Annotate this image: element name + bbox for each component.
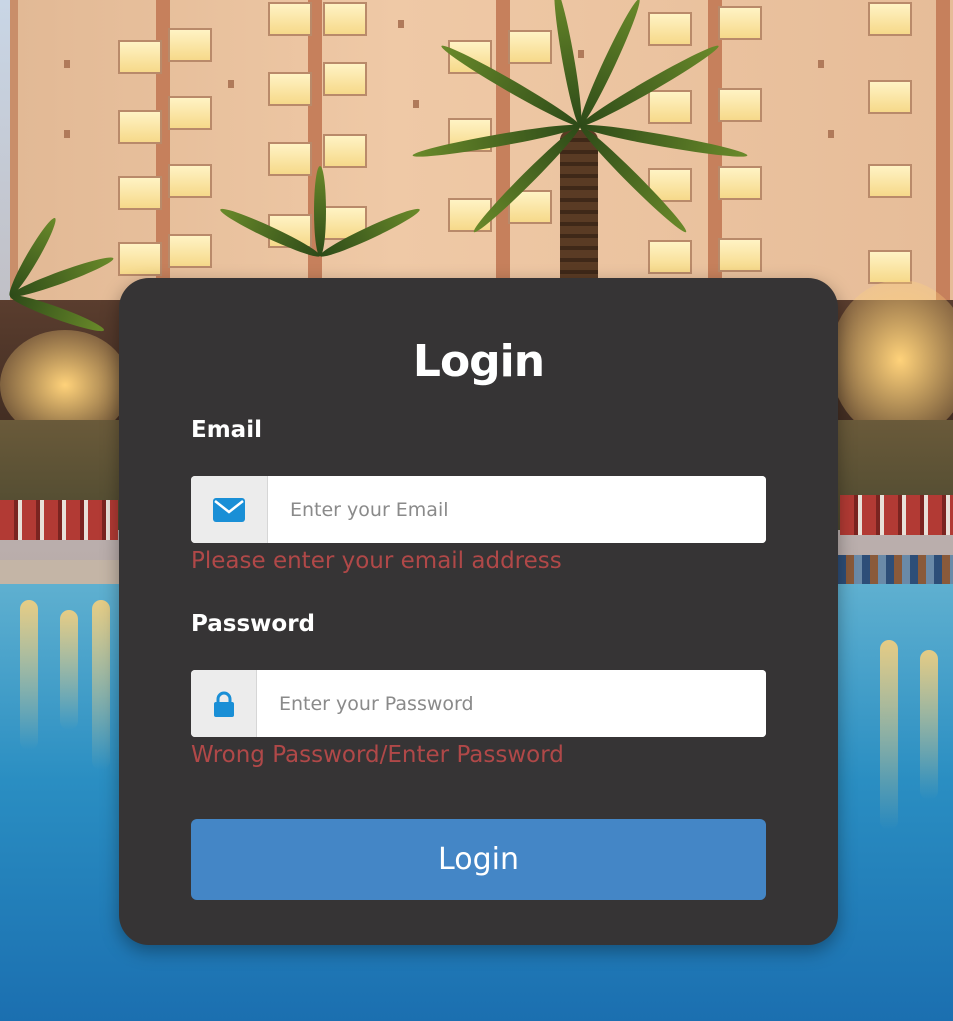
- envelope-icon: [191, 476, 268, 543]
- email-field-group: [191, 476, 766, 543]
- password-label: Password: [191, 611, 315, 637]
- login-button[interactable]: Login: [191, 819, 766, 900]
- password-error-message: Wrong Password/Enter Password: [191, 742, 564, 768]
- login-card: Login Email Please enter your email addr…: [119, 278, 838, 945]
- email-error-message: Please enter your email address: [191, 548, 562, 574]
- email-label: Email: [191, 417, 262, 443]
- email-input[interactable]: [268, 476, 766, 543]
- login-title: Login: [412, 336, 545, 387]
- lock-icon: [191, 670, 257, 737]
- password-input[interactable]: [257, 670, 766, 737]
- password-field-group: [191, 670, 766, 737]
